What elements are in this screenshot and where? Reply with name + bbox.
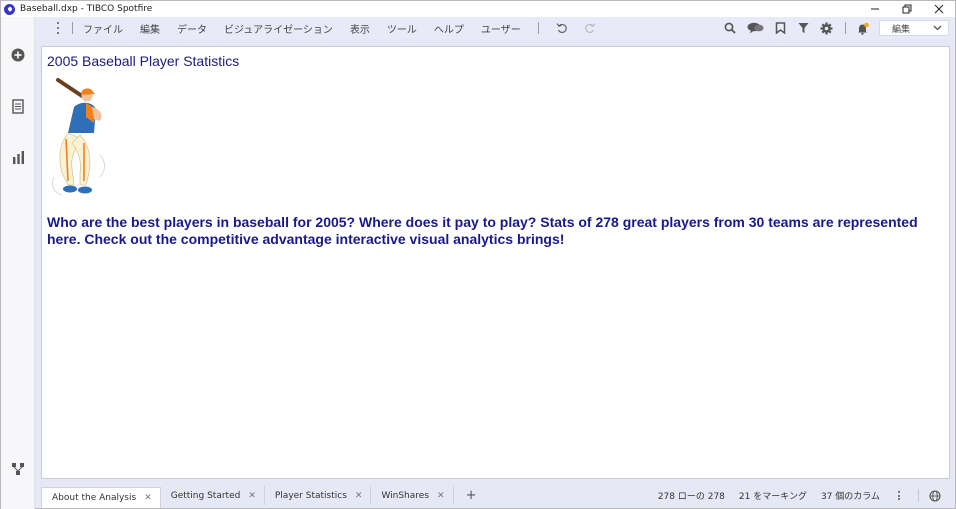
- menu-divider: [537, 22, 539, 34]
- menu-data[interactable]: データ: [177, 21, 207, 36]
- collaboration-icon: [747, 22, 763, 34]
- spotfire-logo-icon: [4, 3, 15, 15]
- add-icon: [11, 48, 25, 62]
- search-icon: [724, 22, 736, 34]
- close-tab-icon[interactable]: ✕: [248, 491, 256, 501]
- menu-user[interactable]: ユーザー: [481, 21, 521, 36]
- bookmark-button[interactable]: [773, 21, 787, 35]
- settings-button[interactable]: [819, 21, 833, 35]
- tab-getting-started[interactable]: Getting Started ✕: [161, 486, 265, 505]
- tab-label: Getting Started: [170, 490, 241, 501]
- notifications-button[interactable]: [855, 21, 869, 35]
- toolbar-right: 編集: [714, 19, 949, 37]
- intro-text: Who are the best players in baseball for…: [47, 214, 918, 247]
- status-divider: [918, 489, 919, 502]
- add-data-button[interactable]: [10, 47, 26, 63]
- data-canvas-button[interactable]: [10, 461, 26, 477]
- window-controls: [859, 1, 955, 17]
- restore-button[interactable]: [891, 1, 923, 17]
- menu-view[interactable]: 表示: [350, 21, 370, 36]
- app-window: Baseball.dxp - TIBCO Spotfire ファイル 編集 デー…: [0, 0, 956, 509]
- menu-help[interactable]: ヘルプ: [434, 21, 464, 36]
- minimize-button[interactable]: [859, 1, 891, 17]
- close-window-button[interactable]: [923, 1, 955, 17]
- baseball-player-image: [52, 78, 105, 196]
- tab-winshares[interactable]: WinShares ✕: [371, 486, 454, 505]
- status-bar: 278 ローの 278 21 をマーキング 37 個のカラム: [658, 483, 955, 508]
- column-count-status[interactable]: 37 個のカラム: [821, 489, 880, 502]
- tab-label: About the Analysis: [52, 493, 137, 503]
- page-tab-bar: About the Analysis ✕ Getting Started ✕ P…: [35, 483, 955, 508]
- close-icon: [934, 4, 944, 14]
- settings-icon: [820, 22, 832, 34]
- minimize-icon: [871, 8, 879, 10]
- filter-icon: [798, 23, 808, 33]
- pages-icon: [12, 98, 24, 114]
- menu-edit[interactable]: 編集: [140, 21, 160, 36]
- add-page-button[interactable]: +: [466, 488, 477, 503]
- close-tab-icon[interactable]: ✕: [437, 491, 445, 501]
- undo-button[interactable]: [555, 21, 569, 35]
- redo-icon: [584, 23, 596, 34]
- visualization-types-button[interactable]: [10, 149, 26, 165]
- page-title: 2005 Baseball Player Statistics: [47, 53, 240, 69]
- undo-icon: [556, 23, 567, 34]
- text-area-visualization[interactable]: 2005 Baseball Player Statistics Who are …: [41, 46, 950, 479]
- menu-bar: ファイル 編集 データ ビジュアライゼーション 表示 ツール ヘルプ ユーザー: [35, 17, 955, 39]
- marked-count-status[interactable]: 21 をマーキング: [739, 489, 807, 502]
- tab-label: WinShares: [381, 490, 430, 501]
- menu-tools[interactable]: ツール: [387, 21, 417, 36]
- title-bar: Baseball.dxp - TIBCO Spotfire: [1, 1, 955, 17]
- bookmark-icon: [775, 22, 785, 34]
- bar-chart-icon: [12, 150, 24, 164]
- chevron-down-icon: [933, 25, 942, 31]
- window-title: Baseball.dxp - TIBCO Spotfire: [20, 4, 153, 14]
- toolbar-divider: [845, 22, 846, 34]
- redo-button[interactable]: [583, 21, 597, 35]
- pages-button[interactable]: [10, 98, 26, 114]
- status-more-button[interactable]: [894, 491, 904, 500]
- analysis-canvas: 2005 Baseball Player Statistics Who are …: [35, 39, 955, 483]
- collaboration-button[interactable]: [746, 21, 764, 35]
- restore-icon: [902, 4, 912, 14]
- menu-file[interactable]: ファイル: [83, 21, 123, 36]
- tab-player-statistics[interactable]: Player Statistics ✕: [265, 486, 372, 505]
- mode-select-value: 編集: [892, 24, 911, 35]
- close-tab-icon[interactable]: ✕: [355, 491, 363, 501]
- mode-select[interactable]: 編集: [879, 20, 949, 36]
- menu-divider: [72, 22, 73, 34]
- menu-visualization[interactable]: ビジュアライゼーション: [224, 21, 333, 36]
- row-count-status[interactable]: 278 ローの 278: [658, 489, 725, 502]
- search-button[interactable]: [723, 21, 737, 35]
- more-menu-button[interactable]: [52, 21, 64, 35]
- tab-label: Player Statistics: [274, 490, 347, 501]
- tab-about-the-analysis[interactable]: About the Analysis ✕: [41, 487, 161, 508]
- globe-icon[interactable]: [929, 489, 941, 502]
- close-tab-icon[interactable]: ✕: [144, 493, 152, 503]
- data-canvas-icon: [12, 463, 24, 475]
- notifications-icon: [857, 22, 869, 35]
- filter-button[interactable]: [796, 21, 810, 35]
- left-rail: [1, 17, 35, 509]
